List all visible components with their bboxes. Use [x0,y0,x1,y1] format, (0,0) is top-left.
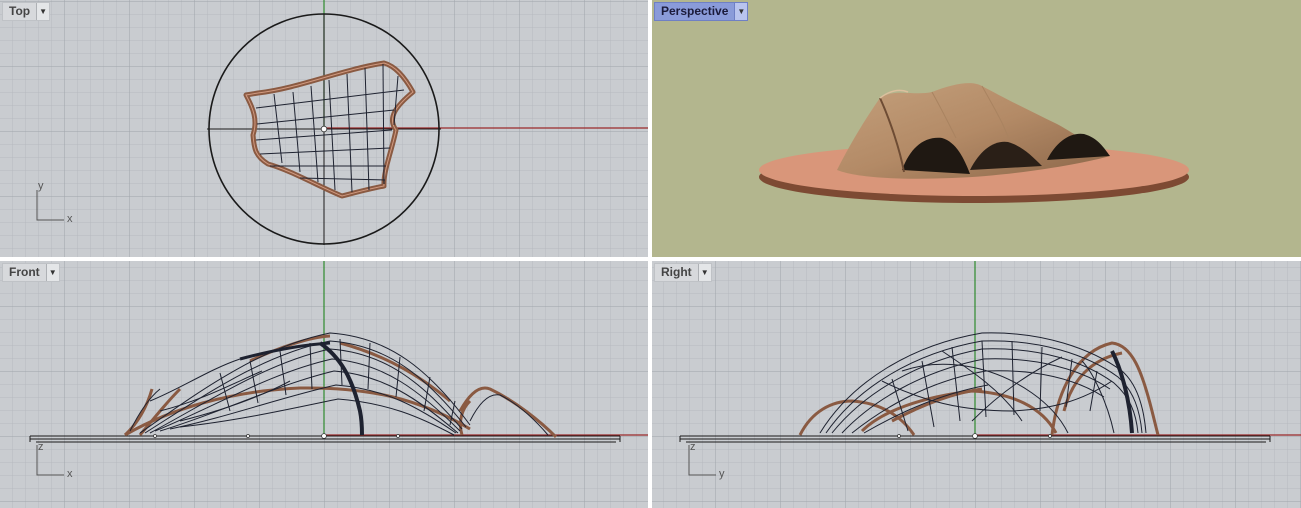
top-viewport-canvas[interactable]: y x [0,0,648,257]
chevron-down-icon: ▼ [700,268,709,277]
chevron-down-icon: ▼ [737,7,746,16]
chevron-down-icon: ▼ [39,7,48,16]
top-viewport[interactable]: y x Top ▼ [0,0,648,257]
viewport-title-label[interactable]: Front [3,264,46,281]
right-viewport[interactable]: z y Right ▼ [652,261,1301,508]
viewport-title-front[interactable]: Front ▼ [2,263,60,282]
front-viewport[interactable]: z x Front ▼ [0,261,648,508]
front-viewport-canvas[interactable]: z x [0,261,648,508]
viewport-menu-button[interactable]: ▼ [697,264,711,281]
viewport-menu-button[interactable]: ▼ [45,264,59,281]
perspective-viewport[interactable]: Perspective ▼ [652,0,1301,257]
perspective-viewport-canvas[interactable] [652,0,1301,257]
viewport-title-label[interactable]: Right [655,264,698,281]
right-viewport-canvas[interactable]: z y [652,261,1301,508]
axis-label-horizontal: x [67,468,73,480]
axis-label-vertical: z [690,441,696,453]
viewport-title-label[interactable]: Top [3,3,36,20]
viewport-menu-button[interactable]: ▼ [734,3,748,20]
axis-label-vertical: y [38,180,44,192]
viewport-title-perspective[interactable]: Perspective ▼ [654,2,749,21]
viewport-title-label[interactable]: Perspective [655,3,734,20]
viewport-title-right[interactable]: Right ▼ [654,263,712,282]
viewport-menu-button[interactable]: ▼ [36,3,50,20]
axis-label-horizontal: x [67,213,73,225]
axis-label-vertical: z [38,441,44,453]
origin-marker [320,125,328,133]
viewport-title-top[interactable]: Top ▼ [2,2,51,21]
rhino-viewport-layout: y x Top ▼ Perspective ▼ z x Front ▼ z y … [0,0,1301,508]
axis-label-horizontal: y [719,468,725,480]
chevron-down-icon: ▼ [48,268,57,277]
